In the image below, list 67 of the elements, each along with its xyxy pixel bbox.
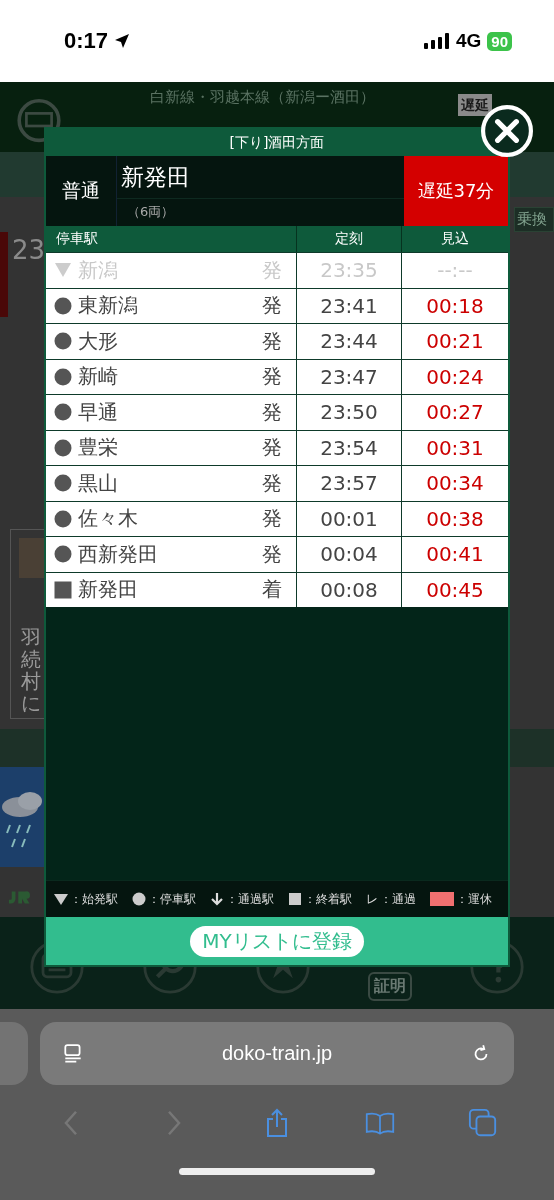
arrive-depart-mark: 発 <box>262 505 282 533</box>
circle-icon <box>54 332 72 351</box>
station-name: 東新潟 <box>78 292 139 320</box>
arrive-depart-mark: 発 <box>262 469 282 497</box>
estimated-time: 00:34 <box>401 466 508 501</box>
station-name: 大形 <box>78 327 119 355</box>
arrive-depart-mark: 発 <box>262 363 282 391</box>
station-name: 早通 <box>78 398 119 426</box>
estimated-time: 00:21 <box>401 324 508 359</box>
arrive-depart-mark: 発 <box>262 434 282 462</box>
car-count: （6両） <box>126 203 176 221</box>
arrive-depart-mark: 発 <box>262 327 282 355</box>
circle-icon <box>54 509 72 528</box>
scheduled-time: 00:04 <box>296 537 401 572</box>
circle-icon <box>54 367 72 386</box>
legend-label: ：通過駅 <box>226 890 274 908</box>
estimated-time: 00:41 <box>401 537 508 572</box>
station-name: 佐々木 <box>78 505 139 533</box>
route-title: 白新線・羽越本線（新潟ー酒田） <box>149 88 375 107</box>
certificate-nav-button[interactable]: 証明 <box>368 972 413 1001</box>
address-bar[interactable]: doko-train.jp <box>40 1022 514 1085</box>
circle-icon <box>54 438 72 457</box>
arrive-depart-mark: 発 <box>262 540 282 568</box>
square-icon <box>288 892 302 906</box>
arrive-depart-mark: 着 <box>262 576 282 604</box>
notice-text: 羽 <box>21 626 42 648</box>
reader-icon[interactable] <box>62 1042 84 1065</box>
legend-label: ：通過 <box>380 890 416 908</box>
departure-time: 23 <box>12 235 46 265</box>
notice-text: 続 <box>21 648 42 670</box>
scheduled-time: 23:50 <box>296 395 401 430</box>
notice-text: に <box>21 692 42 714</box>
circle-icon <box>54 545 72 564</box>
down-arrow-icon <box>210 892 224 906</box>
arrive-depart-mark: 発 <box>262 398 282 426</box>
legend-label: ：停車駅 <box>148 890 196 908</box>
legend-label: ：始発駅 <box>70 890 118 908</box>
network-label: 4G <box>455 30 482 52</box>
add-to-my-list-button[interactable]: MYリストに登録 <box>190 925 364 957</box>
transfer-button[interactable]: 乗換 <box>514 207 554 232</box>
clock-time: 0:17 <box>64 28 109 54</box>
arrive-depart-mark: 発 <box>262 292 282 320</box>
legend-label: ：終着駅 <box>304 890 352 908</box>
circle-icon <box>54 403 72 422</box>
station-name: 黒山 <box>78 469 119 497</box>
location-arrow-icon <box>114 33 131 49</box>
estimated-time: --:-- <box>401 253 508 288</box>
battery-level: 90 <box>487 31 512 51</box>
circle-icon <box>54 296 72 315</box>
delay-label: 遅延37分 <box>404 156 508 226</box>
station-name: 豊栄 <box>78 434 119 462</box>
estimated-time: 00:27 <box>401 395 508 430</box>
legend-label: ：運休 <box>456 890 492 908</box>
circle-icon <box>54 474 72 493</box>
scheduled-time: 23:57 <box>296 466 401 501</box>
scheduled-time: 23:44 <box>296 324 401 359</box>
pass-symbol: レ <box>366 890 378 908</box>
circle-icon <box>132 892 146 906</box>
triangle-icon <box>54 892 68 906</box>
square-icon <box>54 580 72 599</box>
station-name: 新発田 <box>78 576 139 604</box>
station-name: 新崎 <box>78 363 119 391</box>
notice-text: 村 <box>21 670 42 692</box>
signal-icon <box>423 33 450 49</box>
delay-certificate-button[interactable]: 遅延 <box>458 94 492 116</box>
column-header: 停車駅 <box>55 229 99 248</box>
station-name: 西新発田 <box>78 540 159 568</box>
